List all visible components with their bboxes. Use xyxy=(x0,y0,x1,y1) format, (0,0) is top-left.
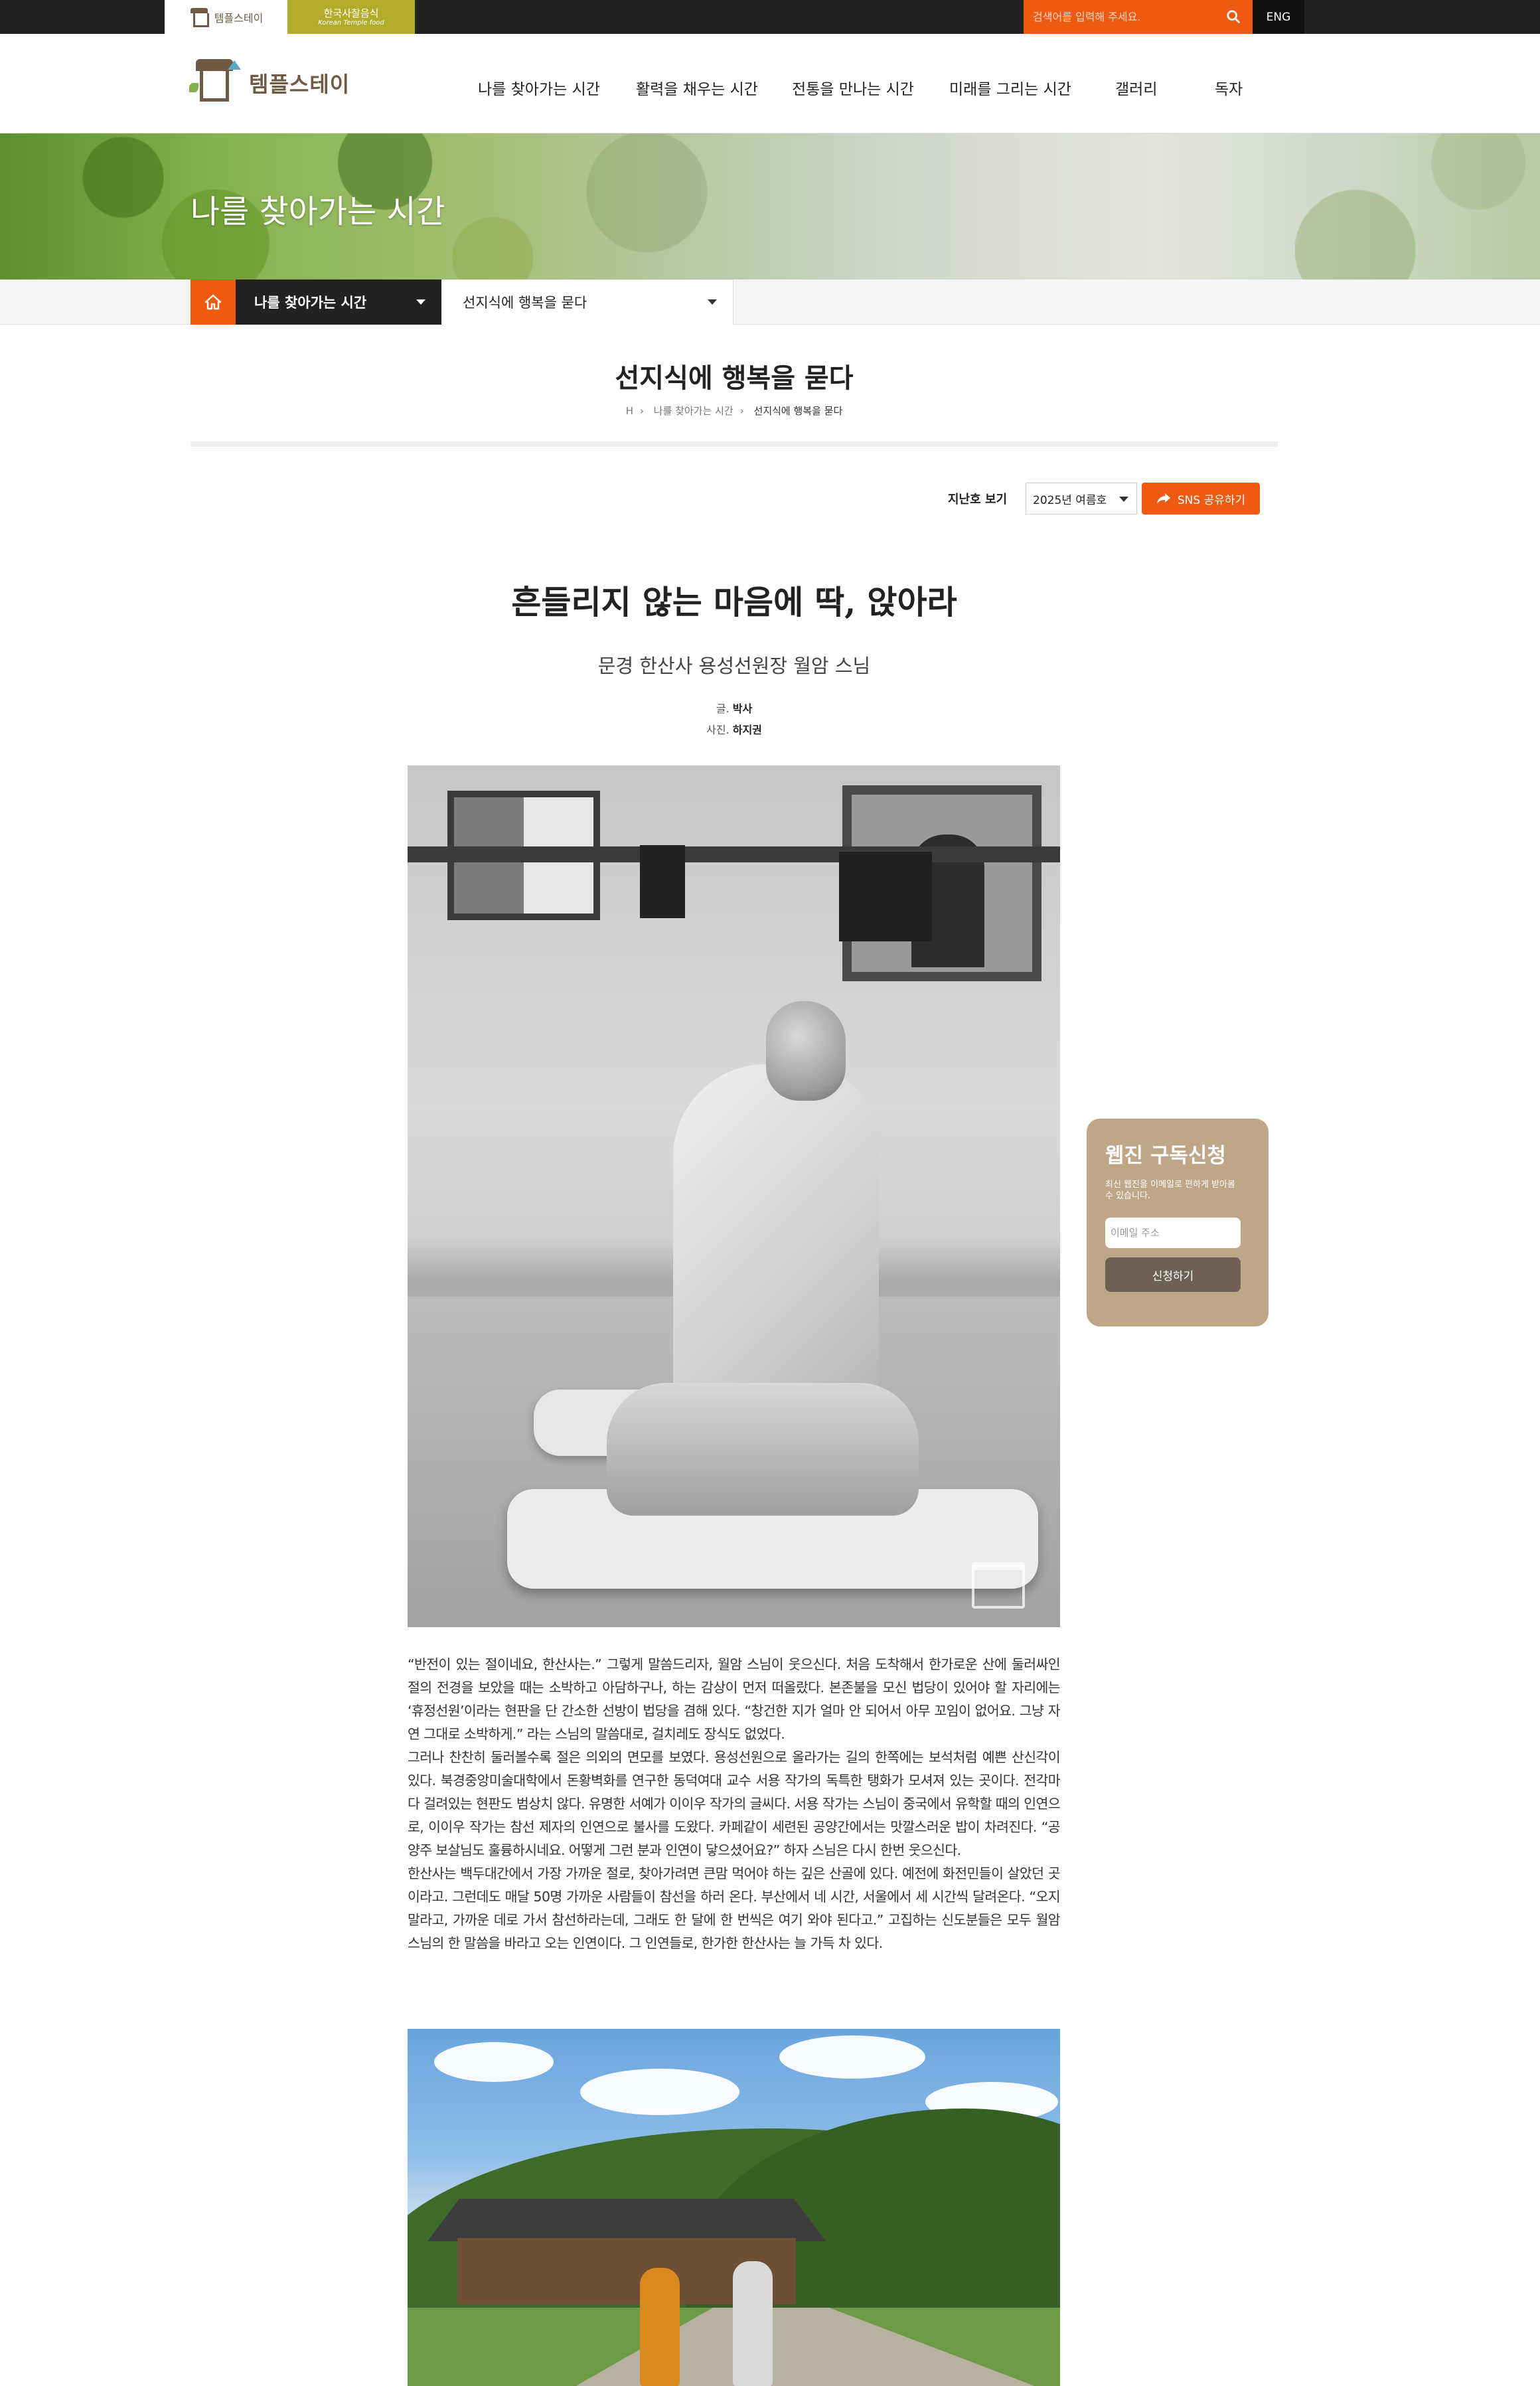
nav-item-readers[interactable]: 독자 xyxy=(1215,76,1243,99)
title-divider xyxy=(191,441,1278,447)
site-logo-text: 템플스테이 xyxy=(249,72,350,97)
english-language-button[interactable]: ENG xyxy=(1253,0,1304,34)
location-bar: 나를 찾아가는 시간 선지식에 행복을 묻다 xyxy=(0,279,1540,325)
nav-item-energy[interactable]: 활력을 채우는 시간 xyxy=(636,76,758,99)
subscribe-button[interactable]: 신청하기 xyxy=(1105,1257,1241,1292)
photographer-name: 하지권 xyxy=(732,724,762,736)
writer-name: 박사 xyxy=(732,702,753,715)
templestay-family-label: 템플스테이 xyxy=(214,11,264,25)
nav-item-future[interactable]: 미래를 그리는 시간 xyxy=(949,76,1071,99)
nav-item-gallery[interactable]: 갤러리 xyxy=(1115,76,1157,99)
search-input[interactable] xyxy=(1033,11,1212,23)
photographer-label: 사진. xyxy=(706,724,730,736)
issue-select[interactable]: 2025년 여름호 xyxy=(1026,483,1137,515)
monk-meditation-photo xyxy=(408,765,1060,1627)
email-field[interactable] xyxy=(1105,1218,1241,1248)
home-button[interactable] xyxy=(191,279,236,325)
article-title: 흔들리지 않는 마음에 딱, 앉아라 xyxy=(511,583,957,621)
subscribe-description: 최신 웹진을 이메일로 편하게 받아볼 수 있습니다. xyxy=(1105,1180,1235,1201)
webzine-subscribe-widget: 웹진 구독신청 최신 웹진을 이메일로 편하게 받아볼 수 있습니다. 신청하기 xyxy=(1087,1119,1269,1326)
article-subtitle: 문경 한산사 용성선원장 월암 스님 xyxy=(597,655,871,677)
depth1-dropdown[interactable]: 나를 찾아가는 시간 xyxy=(236,279,441,325)
sns-share-button[interactable]: SNS 공유하기 xyxy=(1142,483,1260,515)
breadcrumb: H › 나를 찾아가는 시간 › 선지식에 행복을 묻다 xyxy=(625,405,843,417)
temple-food-label-en: Korean Temple food xyxy=(318,19,384,27)
section-banner: 나를 찾아가는 시간 xyxy=(0,133,1540,279)
chevron-down-icon xyxy=(1119,497,1128,502)
nav-item-tradition[interactable]: 전통을 만나는 시간 xyxy=(792,76,914,99)
breadcrumb-section[interactable]: 나를 찾아가는 시간 xyxy=(654,405,733,417)
chevron-down-icon xyxy=(416,299,425,305)
article-paragraph: “반전이 있는 절이네요, 한산사는.” 그렇게 말씀드리자, 월암 스님이 웃… xyxy=(408,1656,1061,1742)
breadcrumb-home[interactable]: H xyxy=(626,405,633,417)
depth1-label: 나를 찾아가는 시간 xyxy=(254,295,367,311)
temple-courtyard-photo xyxy=(408,2029,1060,2386)
chevron-down-icon xyxy=(708,299,717,305)
article-paragraph: 그러나 찬찬히 둘러볼수록 절은 의외의 면모를 보였다. 용성선원으로 올라가… xyxy=(408,1749,1061,1858)
home-icon xyxy=(204,294,222,310)
temple-food-link[interactable]: 한국사찰음식 Korean Temple food xyxy=(287,0,415,34)
banner-title: 나를 찾아가는 시간 xyxy=(191,193,445,230)
temple-house-icon xyxy=(189,7,209,27)
writer-credit: 글. 박사 xyxy=(0,700,1468,716)
sns-share-label: SNS 공유하기 xyxy=(1177,493,1246,507)
issue-select-value: 2025년 여름호 xyxy=(1033,493,1107,507)
depth2-label: 선지식에 행복을 묻다 xyxy=(463,295,587,311)
templestay-watermark-icon xyxy=(972,1562,1025,1609)
temple-food-label: 한국사찰음식 xyxy=(323,7,379,19)
breadcrumb-current: 선지식에 행복을 묻다 xyxy=(753,405,843,417)
top-utility-bar: 템플스테이 한국사찰음식 Korean Temple food ENG xyxy=(0,0,1540,34)
subscribe-title: 웹진 구독신청 xyxy=(1105,1144,1226,1168)
nav-item-finding-self[interactable]: 나를 찾아가는 시간 xyxy=(478,76,600,99)
search-box xyxy=(1024,0,1253,34)
writer-label: 글. xyxy=(716,702,730,715)
search-icon[interactable] xyxy=(1226,9,1241,24)
past-issue-label: 지난호 보기 xyxy=(948,493,1008,507)
templestay-family-link[interactable]: 템플스테이 xyxy=(165,0,287,34)
share-arrow-icon xyxy=(1156,493,1170,504)
site-logo[interactable]: 템플스테이 xyxy=(189,59,350,107)
article-body: “반전이 있는 절이네요, 한산사는.” 그렇게 말씀드리자, 월암 스님이 웃… xyxy=(408,1653,1061,1955)
article-paragraph: 한산사는 백두대간에서 가장 가까운 절로, 찾아가려면 큰맘 먹어야 하는 깊… xyxy=(408,1866,1061,1951)
photo-credit: 사진. 하지권 xyxy=(0,721,1468,737)
page-title: 선지식에 행복을 묻다 xyxy=(615,363,854,394)
site-header: 템플스테이 나를 찾아가는 시간 활력을 채우는 시간 전통을 만나는 시간 미… xyxy=(0,34,1540,133)
templestay-logo-icon xyxy=(189,59,241,107)
depth2-dropdown[interactable]: 선지식에 행복을 묻다 xyxy=(441,279,733,325)
